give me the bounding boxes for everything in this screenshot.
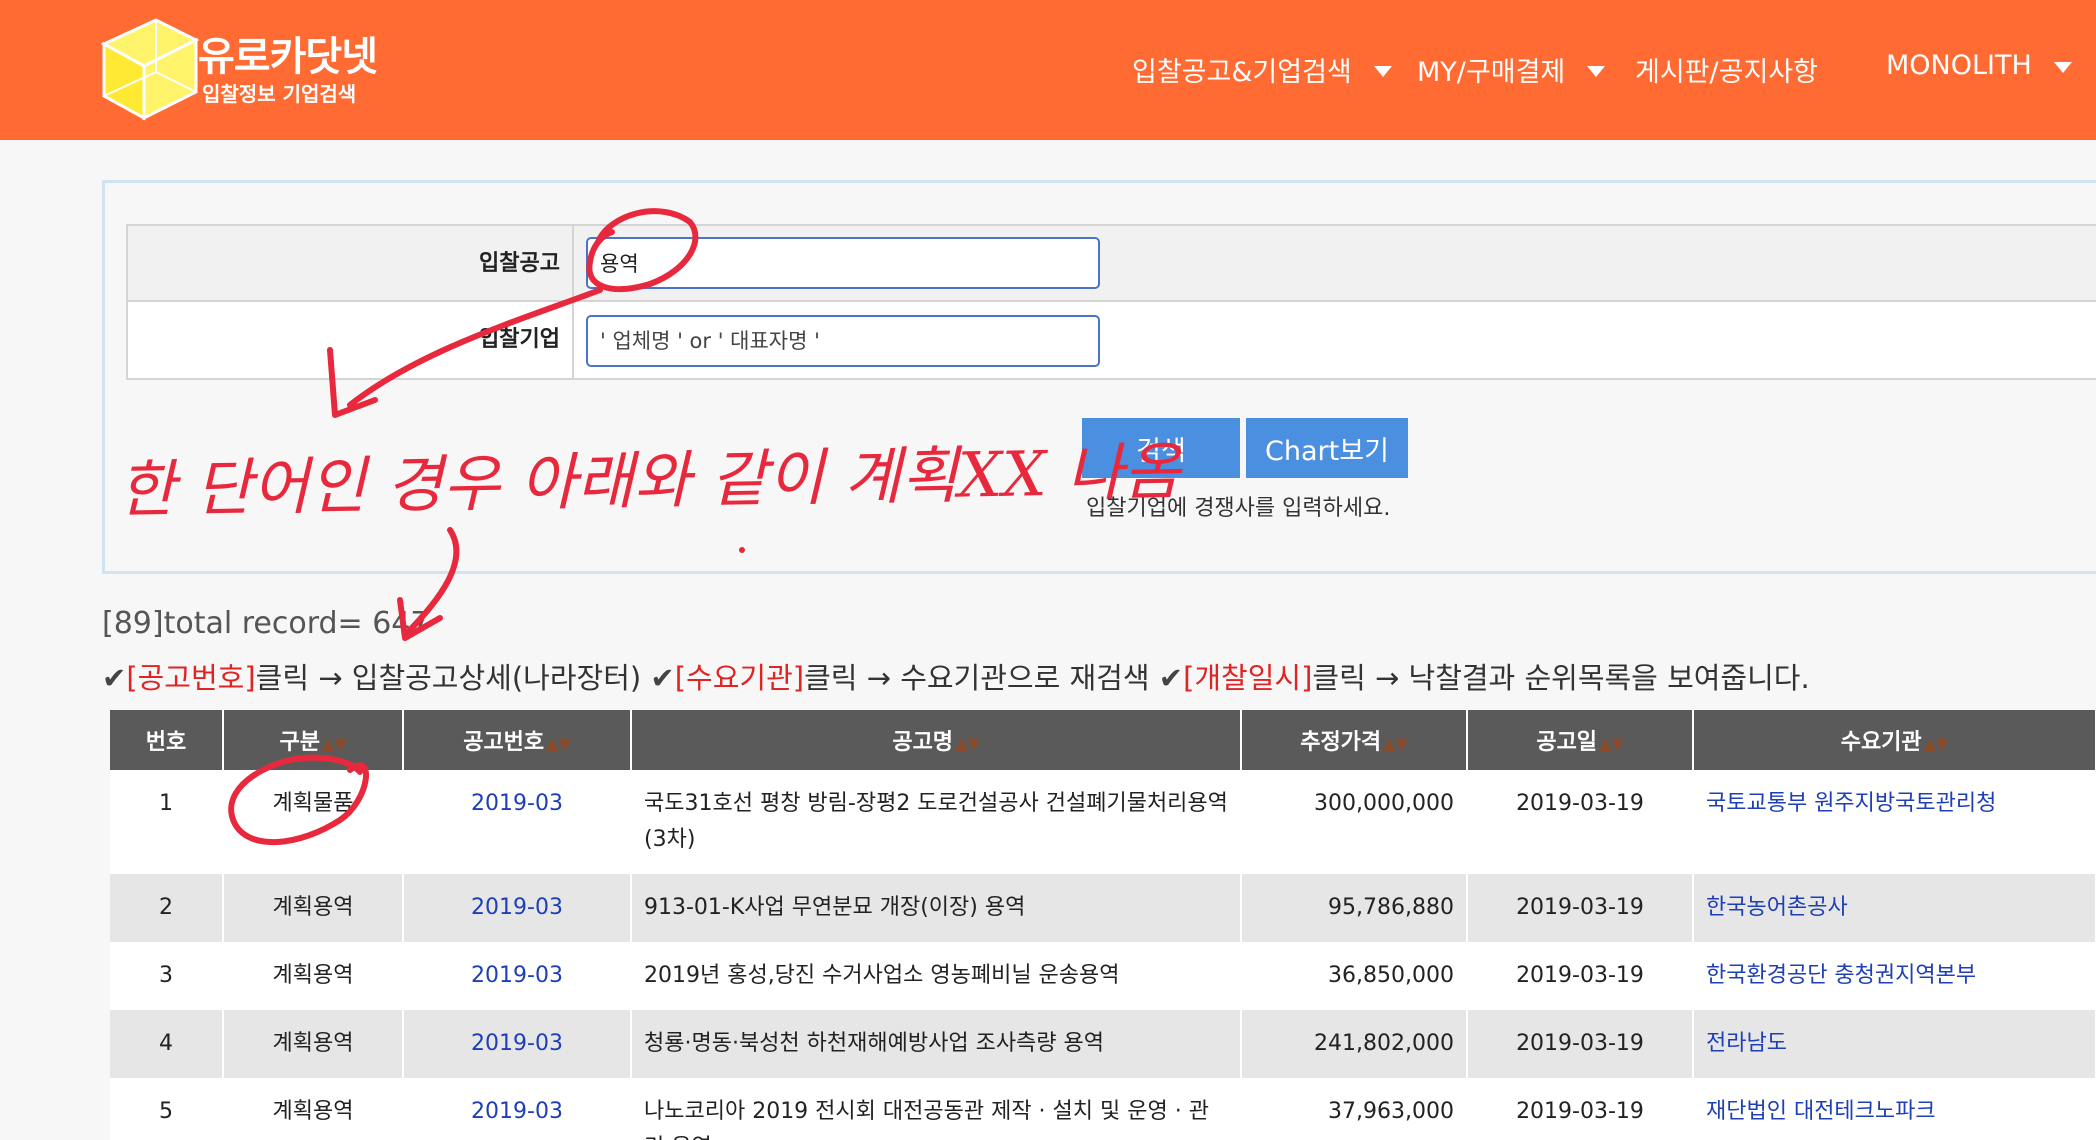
cell-notice-no-link[interactable]: 2019-03 bbox=[403, 770, 632, 874]
cell-price: 241,802,000 bbox=[1241, 1010, 1468, 1078]
bid-notice-label: 입찰공고 bbox=[128, 226, 574, 300]
cell-agency-link[interactable]: 전라남도 bbox=[1693, 1010, 2096, 1078]
handwritten-note: 한 단어인 경우 아래와 같이 계획XX 나옴 bbox=[117, 434, 1181, 527]
guide-text: 클릭 → 수요기관으로 재검색 bbox=[804, 661, 1159, 695]
cell-name: 913-01-K사업 무연분묘 개장(이장) 용역 bbox=[631, 874, 1242, 942]
usage-guide: ✔[공고번호]클릭 → 입찰공고상세(나라장터) ✔[수요기관]클릭 → 수요기… bbox=[102, 655, 1810, 697]
nav-board-notice[interactable]: 게시판/공지사항 bbox=[1635, 50, 1818, 89]
sort-arrows-icon: ▲▼ bbox=[1923, 734, 1949, 753]
guide-key-agency: [수요기관] bbox=[674, 661, 805, 695]
cell-type: 계획용역 bbox=[223, 942, 404, 1010]
cell-date[interactable]: 2019-03-19 bbox=[1467, 1010, 1694, 1078]
nav-my-payment[interactable]: MY/구매결제 bbox=[1417, 50, 1606, 89]
sort-arrows-icon: ▲▼ bbox=[1599, 734, 1624, 753]
nav-label: 입찰공고&기업검색 bbox=[1132, 57, 1352, 88]
cell-no: 1 bbox=[110, 770, 224, 874]
cell-price: 95,786,880 bbox=[1241, 874, 1468, 942]
sort-arrows-icon: ▲▼ bbox=[1383, 734, 1408, 753]
table-row: 4 계획용역 2019-03 청룡·명동·북성천 하천재해예방사업 조사측량 용… bbox=[110, 1010, 2096, 1078]
col-header-notice-no[interactable]: 공고번호 ▲▼ bbox=[403, 710, 632, 770]
cell-type: 계획용역 bbox=[223, 1010, 404, 1078]
col-header-no[interactable]: 번호 bbox=[110, 710, 224, 770]
logo-title[interactable]: 유로카닷넷 bbox=[198, 24, 378, 82]
chart-view-button[interactable]: Chart보기 bbox=[1246, 418, 1408, 478]
check-icon: ✔ bbox=[650, 661, 675, 695]
cell-notice-no-link[interactable]: 2019-03 bbox=[403, 1010, 632, 1078]
guide-text: 클릭 → 낙찰결과 순위목록을 보여줍니다. bbox=[1312, 661, 1810, 695]
cell-no: 5 bbox=[110, 1078, 224, 1140]
guide-key-opening-date: [개찰일시] bbox=[1183, 661, 1313, 695]
col-header-date[interactable]: 공고일 ▲▼ bbox=[1467, 710, 1694, 770]
bid-notice-input[interactable] bbox=[586, 237, 1100, 289]
cell-name: 2019년 홍성,당진 수거사업소 영농폐비닐 운송용역 bbox=[631, 942, 1242, 1010]
table-row: 3 계획용역 2019-03 2019년 홍성,당진 수거사업소 영농폐비닐 운… bbox=[110, 942, 2096, 1010]
cell-price: 37,963,000 bbox=[1241, 1078, 1468, 1140]
guide-text: 클릭 → 입찰공고상세(나라장터) bbox=[255, 661, 651, 695]
bid-notice-row: 입찰공고 bbox=[126, 224, 2096, 302]
cell-agency-link[interactable]: 한국농어촌공사 bbox=[1693, 874, 2096, 942]
chevron-down-icon bbox=[1587, 65, 1606, 77]
total-record-count: [89]total record= 647 bbox=[102, 606, 430, 641]
table-header-row: 번호 구분 ▲▼ 공고번호 ▲▼ 공고명 ▲▼ 추정가격 ▲▼ 공고일 ▲▼ 수요기관 ▲▼ bbox=[110, 710, 2096, 770]
cell-date[interactable]: 2019-03-19 bbox=[1467, 874, 1694, 942]
nav-label: MONOLITH bbox=[1886, 50, 2032, 81]
cell-agency-link[interactable]: 국토교통부 원주지방국토관리청 bbox=[1693, 770, 2096, 874]
cell-price: 36,850,000 bbox=[1241, 942, 1468, 1010]
cell-notice-no-link[interactable]: 2019-03 bbox=[403, 874, 632, 942]
yellow-cube-icon bbox=[100, 18, 200, 121]
nav-monolith[interactable]: MONOLITH bbox=[1886, 50, 2072, 81]
sort-arrows-icon: ▲▼ bbox=[955, 734, 980, 753]
cell-no: 2 bbox=[110, 874, 224, 942]
col-header-name[interactable]: 공고명 ▲▼ bbox=[631, 710, 1242, 770]
cell-date[interactable]: 2019-03-19 bbox=[1467, 770, 1694, 874]
bid-company-input[interactable] bbox=[586, 315, 1100, 367]
cell-price: 300,000,000 bbox=[1241, 770, 1468, 874]
logo-subtitle[interactable]: 입찰정보 기업검색 bbox=[202, 78, 356, 107]
col-header-price[interactable]: 추정가격 ▲▼ bbox=[1241, 710, 1468, 770]
cell-notice-no-link[interactable]: 2019-03 bbox=[403, 942, 632, 1010]
nav-bid-search[interactable]: 입찰공고&기업검색 bbox=[1132, 50, 1392, 89]
bid-company-label: 입찰기업 bbox=[128, 302, 574, 378]
cell-type: 계획물품 bbox=[223, 770, 404, 874]
check-icon: ✔ bbox=[1158, 661, 1184, 695]
results-table: 번호 구분 ▲▼ 공고번호 ▲▼ 공고명 ▲▼ 추정가격 ▲▼ 공고일 ▲▼ 수요기관 ▲▼… bbox=[110, 710, 2096, 1140]
cell-name: 국도31호선 평창 방림-장평2 도로건설공사 건설폐기물처리용역(3차) bbox=[631, 770, 1242, 874]
sort-arrows-icon: ▲▼ bbox=[546, 734, 571, 753]
nav-label: 게시판/공지사항 bbox=[1635, 57, 1818, 88]
bid-company-row: 입찰기업 bbox=[126, 302, 2096, 380]
guide-key-notice-no: [공고번호] bbox=[126, 661, 256, 695]
table-row: 5 계획용역 2019-03 나노코리아 2019 전시회 대전공동관 제작 ·… bbox=[110, 1078, 2096, 1140]
check-icon: ✔ bbox=[102, 661, 127, 695]
chevron-down-icon bbox=[1373, 65, 1392, 77]
cell-type: 계획용역 bbox=[223, 1078, 404, 1140]
cell-no: 3 bbox=[110, 942, 224, 1010]
table-row: 2 계획용역 2019-03 913-01-K사업 무연분묘 개장(이장) 용역… bbox=[110, 874, 2096, 942]
chevron-down-icon bbox=[2053, 61, 2072, 73]
cell-type: 계획용역 bbox=[223, 874, 404, 942]
sort-arrows-icon: ▲▼ bbox=[321, 734, 347, 753]
col-header-type[interactable]: 구분 ▲▼ bbox=[223, 710, 404, 770]
cell-name: 청룡·명동·북성천 하천재해예방사업 조사측량 용역 bbox=[631, 1010, 1242, 1078]
cell-date[interactable]: 2019-03-19 bbox=[1467, 942, 1694, 1010]
top-navbar: 유로카닷넷 입찰정보 기업검색 입찰공고&기업검색 MY/구매결제 게시판/공지… bbox=[0, 0, 2096, 140]
cell-agency-link[interactable]: 한국환경공단 충청권지역본부 bbox=[1693, 942, 2096, 1010]
table-row: 1 계획물품 2019-03 국도31호선 평창 방림-장평2 도로건설공사 건… bbox=[110, 770, 2096, 874]
cell-notice-no-link[interactable]: 2019-03 bbox=[403, 1078, 632, 1140]
cell-agency-link[interactable]: 재단법인 대전테크노파크 bbox=[1693, 1078, 2096, 1140]
col-header-agency[interactable]: 수요기관 ▲▼ bbox=[1693, 710, 2096, 770]
cell-no: 4 bbox=[110, 1010, 224, 1078]
cell-date[interactable]: 2019-03-19 bbox=[1467, 1078, 1694, 1140]
nav-label: MY/구매결제 bbox=[1417, 57, 1566, 88]
cell-name: 나노코리아 2019 전시회 대전공동관 제작 · 설치 및 운영 · 관리 용… bbox=[631, 1078, 1242, 1140]
